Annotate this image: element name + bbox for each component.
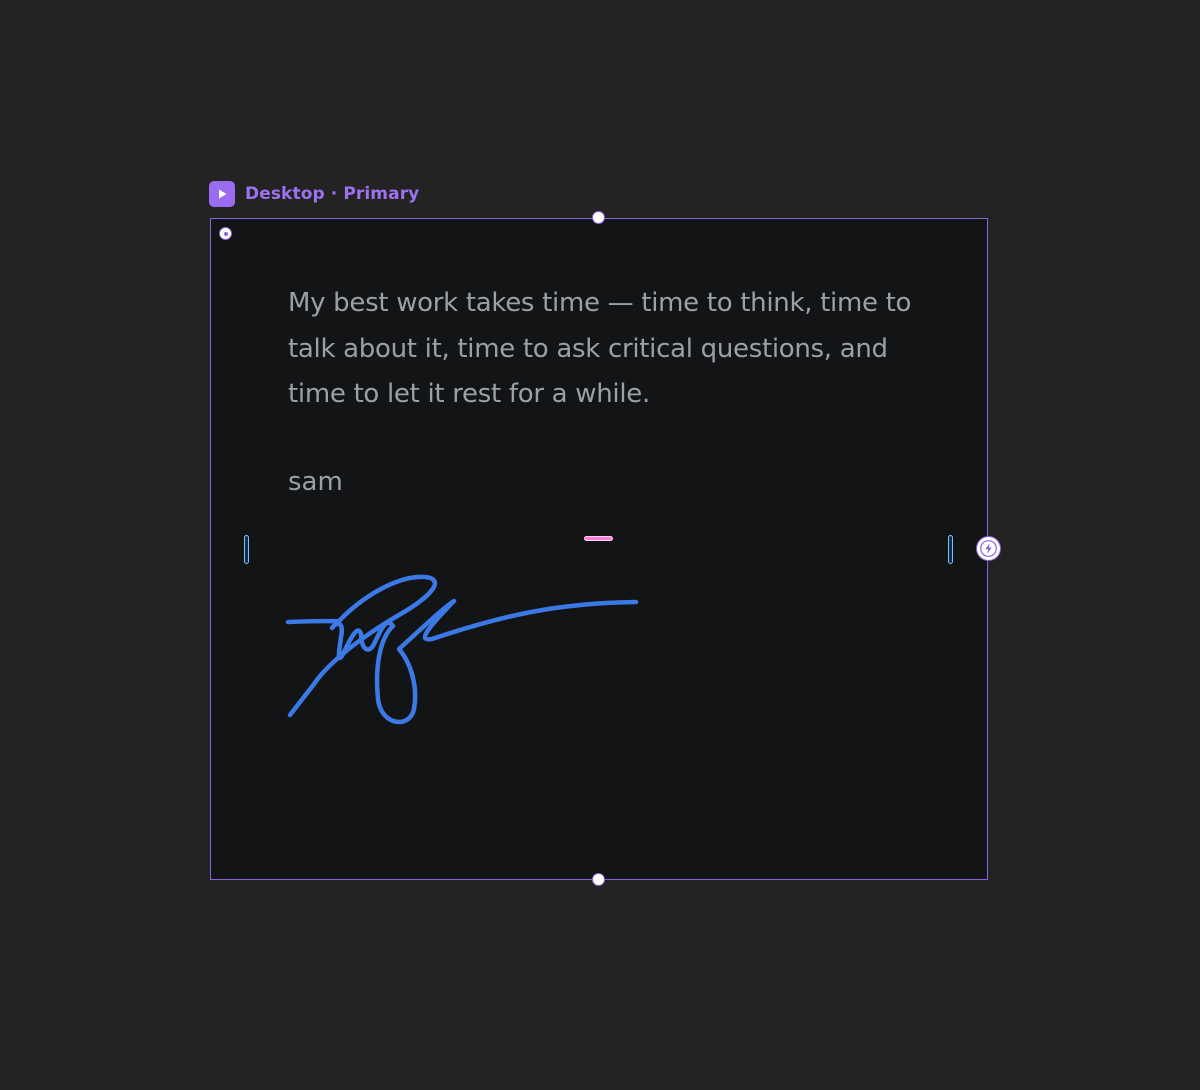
quote-text: My best work takes time — time to think,…: [288, 288, 912, 409]
author-name: sam: [288, 467, 343, 497]
frame-label[interactable]: Desktop · Primary: [209, 181, 419, 207]
right-padding-guide[interactable]: [948, 535, 953, 564]
left-padding-guide[interactable]: [244, 535, 249, 564]
gap-guide[interactable]: [584, 536, 613, 541]
lightning-icon: [980, 540, 997, 557]
add-interaction-button[interactable]: [976, 536, 1001, 561]
desktop-frame[interactable]: My best work takes time — time to think,…: [210, 218, 988, 880]
frame-title[interactable]: Desktop · Primary: [245, 184, 419, 204]
bottom-resize-handle[interactable]: [592, 873, 605, 886]
play-icon[interactable]: [209, 181, 235, 207]
top-resize-handle[interactable]: [592, 211, 605, 224]
design-canvas[interactable]: Desktop · Primary My best work takes tim…: [0, 0, 1200, 1090]
frame-corner-handle[interactable]: [219, 227, 232, 240]
signature-stroke: [285, 574, 639, 725]
